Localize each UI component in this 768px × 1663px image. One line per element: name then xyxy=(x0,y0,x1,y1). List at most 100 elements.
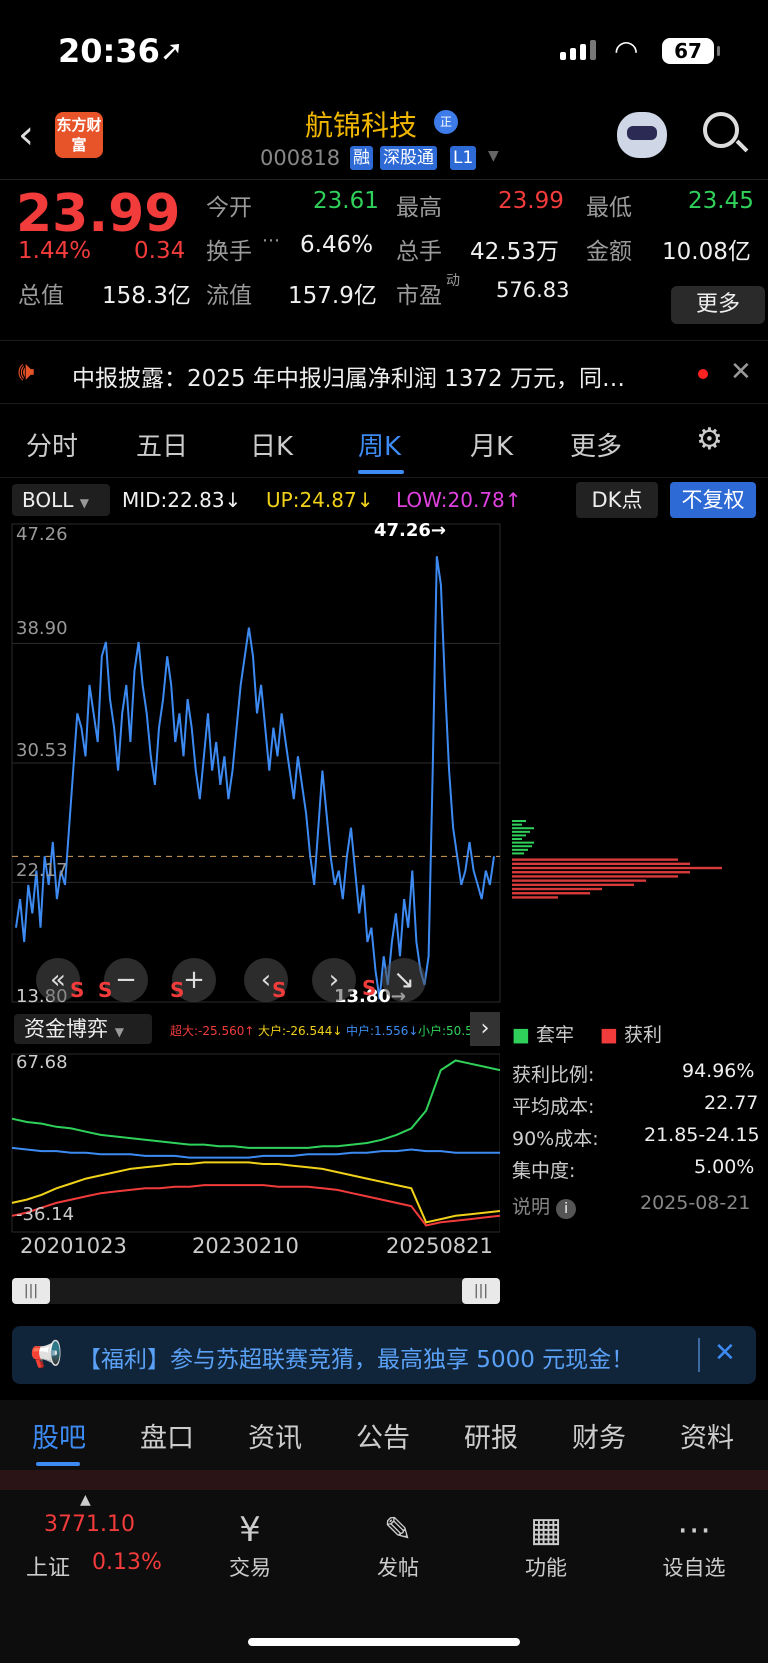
legend-profit: ■ 获利 xyxy=(600,1024,663,1046)
chip-bar-trapped xyxy=(512,852,524,855)
chip-bar-trapped xyxy=(512,848,528,851)
flow-super: 超大:-25.560↑ xyxy=(170,1024,255,1038)
cost90-value: 21.85-24.15 xyxy=(644,1124,760,1146)
pe-dynamic-label: 动 xyxy=(446,273,460,289)
badge-zheng: 正 xyxy=(434,110,458,134)
indicator-select[interactable]: BOLL ▼ xyxy=(12,484,110,516)
functions-button[interactable]: ▦ 功能 xyxy=(506,1510,586,1582)
y-tick-label: 30.53 xyxy=(16,740,68,761)
info-icon[interactable]: ⋯ xyxy=(262,230,280,251)
avg-cost-value: 22.77 xyxy=(704,1092,759,1114)
trade-button[interactable]: ¥ 交易 xyxy=(210,1510,290,1582)
tab-more[interactable]: 更多 xyxy=(570,426,622,463)
tab-monthly[interactable]: 月K xyxy=(470,426,513,463)
right-button[interactable]: › xyxy=(312,958,356,1002)
tab-announcements[interactable]: 公告 xyxy=(356,1416,410,1455)
tab-five-day[interactable]: 五日 xyxy=(136,426,188,463)
high-label: 最高 xyxy=(396,195,442,221)
content-tabs: 股吧 盘口 资讯 公告 研报 财务 资料 xyxy=(0,1400,768,1470)
chip-bar-profit xyxy=(512,858,678,861)
index-name[interactable]: 上证 xyxy=(26,1550,70,1582)
stock-name[interactable]: 航锦科技 xyxy=(305,104,417,144)
flow-chart-svg xyxy=(11,1053,500,1233)
avg-cost-label: 平均成本: xyxy=(512,1096,595,1118)
stock-code: 000818 xyxy=(260,146,341,170)
more-button[interactable]: 更多 xyxy=(671,286,765,324)
profit-ratio-value: 94.96% xyxy=(682,1060,755,1082)
index-value[interactable]: 3771.10 xyxy=(44,1512,135,1537)
divider xyxy=(698,1338,700,1372)
tab-weekly[interactable]: 周K xyxy=(358,426,401,463)
tab-finance[interactable]: 财务 xyxy=(572,1416,626,1455)
reset-button[interactable]: ↘ xyxy=(382,958,426,1002)
period-tabs: 分时 五日 日K 周K 月K 更多 ⚙ xyxy=(0,412,768,478)
mcap-value: 158.3亿 xyxy=(102,283,191,309)
y-tick-label: 47.26 xyxy=(16,524,68,545)
battery-icon: 67 xyxy=(662,38,720,64)
y-tick-label: 38.90 xyxy=(16,618,68,639)
pe-label: 市盈 xyxy=(396,283,442,309)
tab-research[interactable]: 研报 xyxy=(464,1416,518,1455)
news-text[interactable]: 中报披露：2025 年中报归属净利润 1372 万元，同… xyxy=(72,359,625,393)
chip-bar-profit xyxy=(512,879,646,882)
settings-gear-icon[interactable]: ⚙ xyxy=(696,422,723,457)
add-watchlist-button[interactable]: ⋯ 设自选 xyxy=(654,1510,734,1582)
tag-level: L1 xyxy=(450,146,477,170)
expand-up-icon[interactable]: ▲ xyxy=(80,1492,91,1508)
range-handle-left[interactable]: ||| xyxy=(12,1278,50,1304)
explain-link[interactable]: 说明 i xyxy=(512,1192,577,1219)
adjust-button[interactable]: 不复权 xyxy=(670,482,756,518)
chip-bar-trapped xyxy=(512,838,522,841)
price-chart[interactable]: 47.26 38.90 30.53 22.17 13.80 47.26→ 13.… xyxy=(0,520,768,1010)
home-indicator xyxy=(248,1638,520,1646)
range-handle-right[interactable]: ||| xyxy=(462,1278,500,1304)
chip-date: 2025-08-21 xyxy=(640,1192,751,1214)
turnover-value: 6.46% xyxy=(300,232,374,258)
promo-text[interactable]: 【福利】参与苏超联赛竞猜，最高独享 5000 元现金！ xyxy=(78,1340,634,1374)
concentration-value: 5.00% xyxy=(694,1156,755,1178)
wifi-icon: ◠ xyxy=(614,34,639,67)
promo-banner[interactable]: 📢 【福利】参与苏超联赛竞猜，最高独享 5000 元现金！ ✕ xyxy=(12,1326,756,1384)
tab-profile[interactable]: 资料 xyxy=(680,1416,734,1455)
more-dots-icon: ⋯ xyxy=(677,1510,711,1550)
expand-chevron-icon[interactable]: › xyxy=(470,1012,500,1046)
last-price: 23.99 xyxy=(16,184,181,244)
tab-news[interactable]: 资讯 xyxy=(248,1416,302,1455)
tab-intraday[interactable]: 分时 xyxy=(26,426,78,463)
chip-bar-profit xyxy=(512,887,602,891)
signal-icon xyxy=(560,40,596,60)
grid-icon: ▦ xyxy=(529,1510,563,1550)
chevron-down-icon[interactable]: ▼ xyxy=(488,148,499,164)
dk-point-button[interactable]: DK点 xyxy=(576,482,658,518)
tab-forum[interactable]: 股吧 xyxy=(32,1416,86,1455)
edit-icon: ✎ xyxy=(383,1510,413,1550)
assistant-robot-icon[interactable] xyxy=(617,112,667,158)
search-icon[interactable] xyxy=(703,112,739,148)
indicator-bar: BOLL ▼ MID:22.83↓ UP:24.87↓ LOW:20.78↑ D… xyxy=(0,480,768,520)
flow-big: 大户:-26.544↓ xyxy=(258,1024,343,1038)
range-slider-track[interactable] xyxy=(12,1278,500,1304)
close-icon[interactable]: ✕ xyxy=(730,357,752,387)
flow-ymax: 67.68 xyxy=(16,1052,68,1073)
rocket-icon: ➚ xyxy=(160,34,184,67)
max-price-label: 47.26→ xyxy=(374,520,447,541)
chip-bar-trapped xyxy=(512,834,526,837)
x-date-label: 20250821 xyxy=(386,1234,493,1258)
index-pct[interactable]: 0.13% xyxy=(92,1550,162,1575)
tag-margin: 融 xyxy=(350,146,373,170)
sell-marker: S xyxy=(272,978,287,1002)
chip-bar-trapped xyxy=(512,845,532,848)
price-series-line xyxy=(15,556,495,1000)
tab-daily[interactable]: 日K xyxy=(250,426,293,463)
news-banner[interactable]: 🕪 中报披露：2025 年中报归属净利润 1372 万元，同… ✕ xyxy=(0,340,768,404)
flow-frame xyxy=(11,1053,500,1233)
close-icon[interactable]: ✕ xyxy=(714,1338,736,1368)
flow-indicator-select[interactable]: 资金博弈 ▼ xyxy=(14,1014,152,1044)
back-icon[interactable]: ‹ xyxy=(18,112,34,158)
legend-trapped: ■ 套牢 xyxy=(512,1024,575,1046)
chip-bar-trapped xyxy=(512,823,522,826)
chip-bar-trapped xyxy=(512,830,530,833)
tab-orderbook[interactable]: 盘口 xyxy=(140,1416,194,1455)
post-button[interactable]: ✎ 发帖 xyxy=(358,1510,438,1582)
unread-dot xyxy=(698,369,708,379)
